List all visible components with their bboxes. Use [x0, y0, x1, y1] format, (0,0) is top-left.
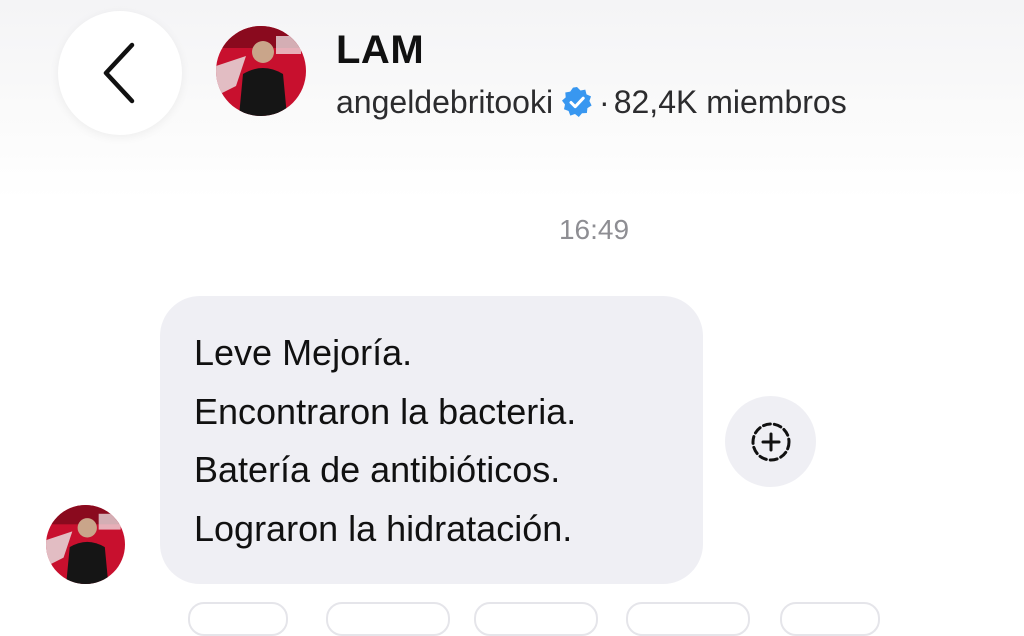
reaction-chips-row [0, 602, 1024, 636]
channel-handle: angeldebritooki [336, 83, 554, 120]
reaction-chip[interactable] [780, 602, 880, 636]
reaction-chip[interactable] [326, 602, 450, 636]
message-line: Batería de antibióticos. [194, 449, 561, 490]
reaction-chip[interactable] [188, 602, 288, 636]
chevron-left-icon [103, 42, 135, 104]
add-reaction-icon [751, 422, 790, 461]
reaction-chip[interactable] [626, 602, 750, 636]
back-button[interactable] [58, 11, 182, 135]
message-line: Leve Mejoría. [194, 332, 413, 373]
channel-subtitle[interactable]: angeldebritooki · 82,4K miembros [336, 82, 847, 122]
verified-badge-icon [561, 86, 593, 118]
member-count: 82,4K miembros [613, 83, 847, 120]
reaction-chip[interactable] [474, 602, 598, 636]
channel-title[interactable]: LAM [336, 28, 424, 73]
sender-avatar[interactable] [46, 505, 125, 584]
message-line: Lograron la hidratación. [194, 507, 573, 549]
message-timestamp: 16:49 [558, 214, 630, 245]
message-bubble[interactable]: Leve Mejoría. Encontraron la bacteria. B… [160, 296, 703, 584]
channel-avatar[interactable] [216, 26, 306, 116]
add-reaction-button[interactable] [725, 396, 816, 487]
subtitle-separator: · [599, 83, 610, 120]
message-line: Encontraron la bacteria. [194, 390, 577, 432]
